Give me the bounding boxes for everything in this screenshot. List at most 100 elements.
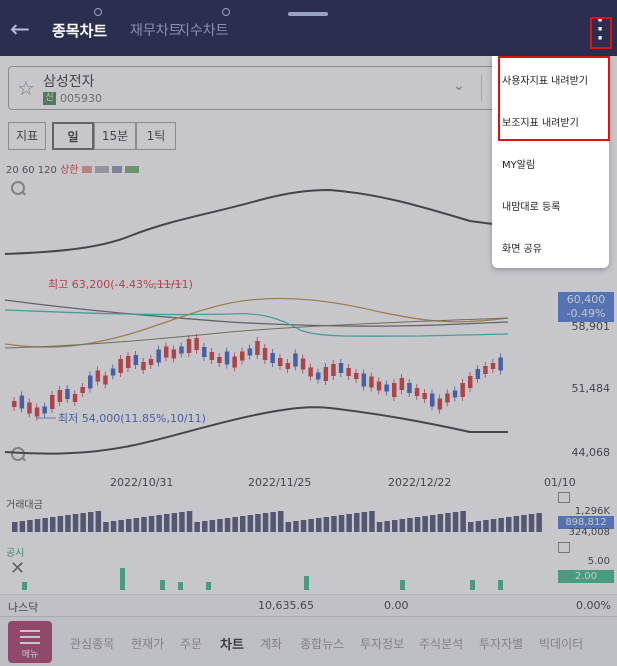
candle-body xyxy=(384,384,389,392)
index-ticker-row[interactable]: 나스닥 10,635.65 0.00 0.00% xyxy=(0,594,617,616)
menu-download-aux-indicator[interactable]: 보조지표 내려받기 xyxy=(502,114,579,129)
star-icon[interactable]: ☆ xyxy=(17,76,35,100)
nav-account[interactable]: 계좌 xyxy=(260,635,282,652)
nav-order[interactable]: 주문 xyxy=(180,635,202,652)
volume-bar xyxy=(57,516,64,532)
ma-legend-upper: 상한 xyxy=(60,165,79,176)
tab-index-chart[interactable]: 지수차트 xyxy=(177,20,229,40)
candle-body xyxy=(202,347,207,357)
disclosure-settings-icon[interactable] xyxy=(558,542,570,553)
candle-body xyxy=(361,373,367,387)
candle-body xyxy=(232,356,237,368)
candle-body xyxy=(27,402,32,414)
top-header: ← 종목차트 재무차트 지수차트 · · · xyxy=(0,0,617,56)
volume-bar xyxy=(293,521,299,532)
stock-selector[interactable]: ☆ 삼성전자 신 005930 ⌄ xyxy=(8,66,528,110)
candle-body xyxy=(414,388,420,396)
ma-legend: 20 60 120 상한 xyxy=(6,161,140,176)
volume-bar xyxy=(422,516,428,532)
volume-bar xyxy=(346,514,352,532)
nav-big-data[interactable]: 빅데이터 xyxy=(539,635,583,652)
period-day-button[interactable]: 일 xyxy=(52,122,94,150)
menu-button[interactable]: 메뉴 xyxy=(8,621,52,663)
volume-bar xyxy=(80,513,86,532)
candle-body xyxy=(392,383,397,397)
menu-custom-register[interactable]: 내맘대로 등록 xyxy=(502,198,560,213)
chevron-down-icon[interactable]: ⌄ xyxy=(453,78,465,94)
volume-bar xyxy=(483,520,489,532)
volume-bar xyxy=(164,514,170,532)
ma-legend-swatches xyxy=(81,165,140,176)
candle-body xyxy=(437,398,443,410)
nav-chart[interactable]: 차트 xyxy=(220,634,244,653)
candle-body xyxy=(323,367,329,381)
tab-financial-chart[interactable]: 재무차트 xyxy=(130,20,182,40)
volume-bar xyxy=(445,513,451,532)
candle-body xyxy=(72,394,78,402)
volume-bar xyxy=(42,518,48,532)
nav-watchlist[interactable]: 관심종목 xyxy=(70,635,114,652)
volume-bar xyxy=(407,518,413,532)
disclosure-bar xyxy=(498,580,503,590)
candle-body xyxy=(498,357,503,371)
volume-bar xyxy=(354,513,360,532)
candle-body xyxy=(346,368,351,376)
volume-settings-icon[interactable] xyxy=(558,492,570,503)
volume-bar xyxy=(536,513,542,532)
hamburger-icon xyxy=(20,630,40,644)
candle-body xyxy=(460,383,465,397)
arrow-left-icon[interactable]: ← xyxy=(10,15,38,43)
menu-my-alert[interactable]: MY알림 xyxy=(502,156,535,171)
candle-body xyxy=(240,351,245,361)
volume-bar xyxy=(278,511,284,532)
disclosure-bar xyxy=(304,576,309,590)
volume-bar xyxy=(12,522,18,532)
nav-news[interactable]: 종합뉴스 xyxy=(300,635,344,652)
volume-bar xyxy=(209,520,216,532)
nav-investment-info[interactable]: 투자정보 xyxy=(360,635,404,652)
candle-body xyxy=(80,387,85,393)
menu-share-screen[interactable]: 화면 공유 xyxy=(502,240,542,255)
volume-bars xyxy=(12,511,542,532)
disclosure-bar xyxy=(178,582,183,590)
period-15min-button[interactable]: 15분 xyxy=(94,122,136,150)
volume-bar xyxy=(468,522,474,532)
volume-bar xyxy=(490,519,497,532)
candle-body xyxy=(148,359,154,365)
candle-body xyxy=(118,359,123,373)
volume-bar xyxy=(224,518,231,532)
volume-bar xyxy=(34,519,41,532)
volume-bar xyxy=(103,522,109,532)
stock-name: 삼성전자 xyxy=(43,74,95,90)
volume-bar xyxy=(430,515,436,532)
volume-bar xyxy=(521,515,527,532)
low-annotation: 최저 54,000(11.85%,10/11) xyxy=(58,412,206,425)
candle-body xyxy=(399,378,405,390)
nav-stock-analysis[interactable]: 주식분석 xyxy=(419,635,463,652)
menu-download-user-indicator[interactable]: 사용자지표 내려받기 xyxy=(502,72,588,87)
candle-chart[interactable]: 최고 63,200(-4.43%,11/11) 최저 54,000(11.85%… xyxy=(0,176,555,476)
volume-bar xyxy=(498,518,504,532)
bollinger-upper xyxy=(4,188,509,255)
ma-legend-periods: 20 60 120 xyxy=(6,165,57,176)
disclosure-current-tag: 2.00 xyxy=(558,570,614,583)
period-tick-button[interactable]: 1틱 xyxy=(136,122,176,150)
candle-body xyxy=(376,381,382,391)
nav-current-price[interactable]: 현재가 xyxy=(131,635,164,652)
disclosure-top-value: 5.00 xyxy=(587,556,610,567)
date-label-1: 2022/10/31 xyxy=(110,476,174,489)
candle-body xyxy=(293,353,298,367)
volume-bar xyxy=(528,514,535,532)
candle-body xyxy=(452,390,458,398)
date-label-3: 2022/12/22 xyxy=(388,476,452,489)
index-rate: 0.00% xyxy=(576,599,611,612)
drag-handle[interactable] xyxy=(288,12,328,16)
index-change: 0.00 xyxy=(384,599,409,612)
indicator-button[interactable]: 지표 xyxy=(8,122,46,150)
nav-by-investor[interactable]: 투자자별 xyxy=(479,635,523,652)
volume-bar xyxy=(460,511,466,532)
tab-stock-chart[interactable]: 종목차트 xyxy=(52,20,107,41)
more-vertical-icon[interactable]: · · · xyxy=(588,12,612,48)
candle-body xyxy=(103,375,108,385)
volume-bar xyxy=(300,520,307,532)
